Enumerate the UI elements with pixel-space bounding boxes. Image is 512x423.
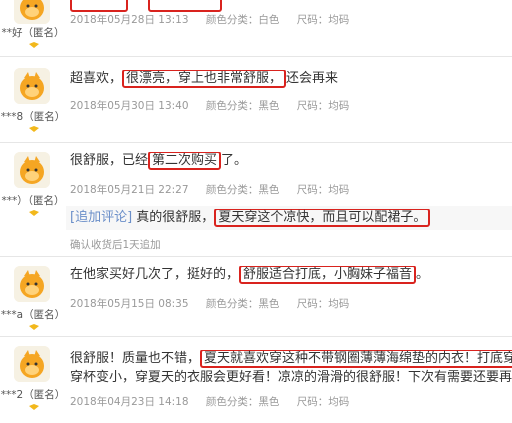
avatar-icon	[14, 68, 50, 104]
review-item: ***a（匿名） 在他家买好几次了，挺好的， 舒服适合打底，小胸妹子福音。 201…	[0, 258, 512, 338]
review-meta: 2018年05月28日 13:13 颜色分类：白色 尺码：均码	[70, 12, 363, 27]
review-item: ***8（匿名） 超喜欢， 很漂亮，穿上也非常舒服， 还会再来 2018年05月30…	[0, 58, 512, 140]
avatar	[14, 152, 50, 188]
avatar	[14, 266, 50, 302]
avatar	[14, 346, 50, 382]
review-content: 在他家买好几次了，挺好的， 舒服适合打底，小胸妹子福音。	[70, 266, 508, 284]
review-meta: 2018年04月23日 14:18 颜色分类：黑色 尺码：均码	[70, 394, 363, 409]
username: ***2（匿名）	[0, 389, 66, 401]
vip-badge-icon	[29, 210, 39, 216]
divider	[0, 56, 512, 57]
append-review-content: [追加评论] 真的很舒服， 夏天穿这个凉快，而且可以配裙子。	[70, 209, 508, 227]
color-option: 颜色分类：黑色	[205, 298, 280, 310]
content-text: 穿杯变小，穿夏天的衣服会更好看！凉凉的滑滑的很舒服！下次有需要还要再来呀！	[70, 370, 512, 385]
avatar-icon	[14, 346, 50, 382]
highlight-box	[148, 0, 223, 12]
size-option: 尺码：均码	[296, 298, 350, 310]
review-content: 很舒服，已经 第二次购买 了。	[70, 152, 508, 170]
highlight-box: 夏天就喜欢穿这种不带钢圈薄薄海绵垫的内衣！打底穿吊带网	[200, 350, 512, 368]
content-text: 超喜欢，	[70, 71, 123, 86]
review-date: 2018年05月28日 13:13	[70, 14, 189, 26]
append-review-tag: [追加评论]	[70, 210, 133, 225]
size-option: 尺码：均码	[296, 14, 350, 26]
review-date: 2018年05月21日 22:27	[70, 184, 189, 196]
content-text: 了。	[221, 153, 248, 168]
review-item: **好（匿名） 2018年05月28日 13:13 颜色分类：白色 尺码：均码	[0, 0, 512, 52]
content-text: 很舒服！质量也不错，	[70, 351, 201, 366]
review-content: 超喜欢， 很漂亮，穿上也非常舒服， 还会再来	[70, 70, 508, 88]
size-option: 尺码：均码	[296, 396, 350, 408]
review-content-line2: 穿杯变小，穿夏天的衣服会更好看！凉凉的滑滑的很舒服！下次有需要还要再来呀！	[70, 369, 512, 387]
vip-badge-icon	[29, 42, 39, 48]
review-date: 2018年05月30日 13:40	[70, 100, 189, 112]
append-review-time: 确认收货后1天追加	[70, 239, 161, 251]
review-meta: 2018年05月21日 22:27 颜色分类：黑色 尺码：均码	[70, 182, 363, 197]
vip-badge-icon	[29, 324, 39, 330]
content-text: 。	[416, 267, 430, 282]
review-content	[70, 0, 508, 12]
username: **好（匿名）	[1, 27, 65, 39]
size-option: 尺码：均码	[296, 184, 350, 196]
highlight-box: 夏天穿这个凉快，而且可以配裙子。	[214, 209, 431, 227]
color-option: 颜色分类：黑色	[205, 100, 280, 112]
divider	[0, 256, 512, 257]
avatar	[14, 68, 50, 104]
divider	[0, 142, 512, 143]
review-date: 2018年05月15日 08:35	[70, 298, 189, 310]
username: ***8（匿名）	[0, 111, 66, 123]
highlight-box: 舒服适合打底，小胸妹子福音	[239, 266, 417, 284]
content-text: 很舒服，已经	[70, 153, 149, 168]
color-option: 颜色分类：白色	[205, 14, 280, 26]
review-date: 2018年04月23日 14:18	[70, 396, 189, 408]
review-content: 很舒服！质量也不错，夏天就喜欢穿这种不带钢圈薄薄海绵垫的内衣！打底穿吊带网	[70, 350, 512, 368]
review-item: ***）（匿名） 很舒服，已经 第二次购买 了。 2018年05月21日 22:27…	[0, 144, 512, 262]
highlight-box	[70, 0, 128, 12]
username: ***a（匿名）	[0, 309, 66, 321]
vip-badge-icon	[29, 404, 39, 410]
color-option: 颜色分类：黑色	[205, 184, 280, 196]
review-meta: 2018年05月15日 08:35 颜色分类：黑色 尺码：均码	[70, 296, 363, 311]
vip-badge-icon	[29, 126, 39, 132]
avatar-icon	[14, 152, 50, 188]
avatar-icon	[14, 0, 50, 24]
username: ***）（匿名）	[1, 195, 65, 207]
content-text: 还会再来	[286, 71, 339, 86]
avatar	[14, 0, 50, 24]
divider	[0, 336, 512, 337]
review-meta: 2018年05月30日 13:40 颜色分类：黑色 尺码：均码	[70, 98, 363, 113]
content-text: 在他家买好几次了，挺好的，	[70, 267, 240, 282]
avatar-icon	[14, 266, 50, 302]
highlight-box: 第二次购买	[148, 152, 222, 170]
review-item: ***2（匿名） 很舒服！质量也不错， 夏天就喜欢穿这种不带钢圈薄薄海绵垫的内衣！…	[0, 338, 512, 423]
highlight-box: 很漂亮，穿上也非常舒服，	[122, 70, 287, 88]
color-option: 颜色分类：黑色	[205, 396, 280, 408]
content-text: 真的很舒服，	[136, 210, 215, 225]
size-option: 尺码：均码	[296, 100, 350, 112]
